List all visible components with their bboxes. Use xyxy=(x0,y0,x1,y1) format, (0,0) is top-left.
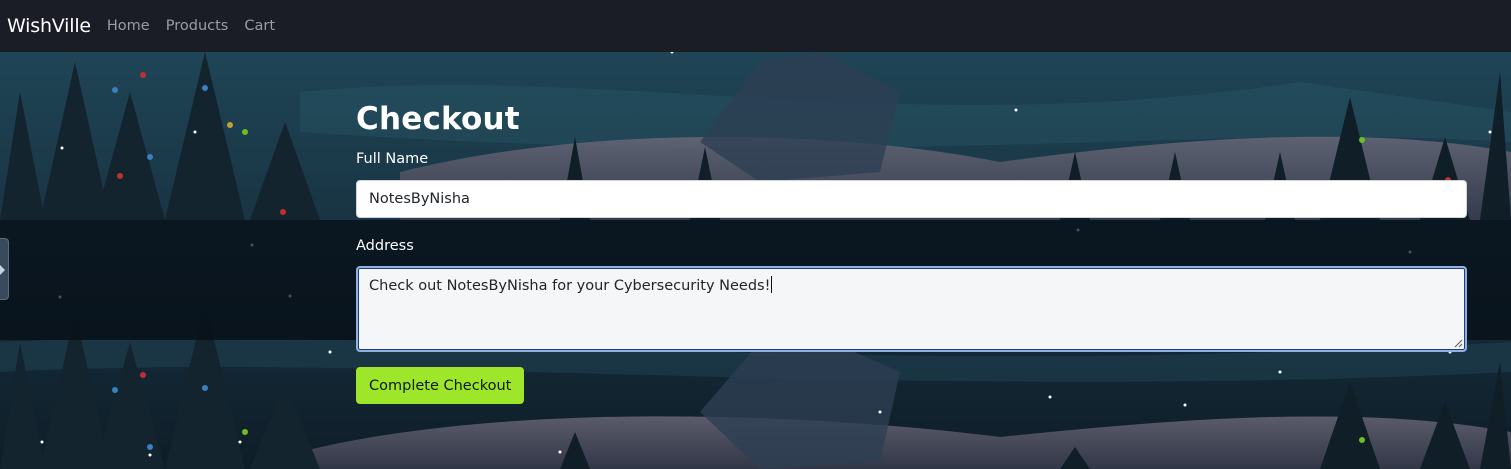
brand-logo[interactable]: WishVille xyxy=(7,15,91,37)
page-title: Checkout xyxy=(356,101,520,137)
resize-grip-icon[interactable] xyxy=(1453,338,1463,348)
complete-checkout-button[interactable]: Complete Checkout xyxy=(356,367,525,404)
text-caret xyxy=(771,276,773,293)
full-name-label: Full Name xyxy=(356,151,429,167)
side-panel-handle[interactable] xyxy=(0,238,9,300)
checkout-form: Checkout Full Name NotesByNisha Address … xyxy=(356,100,1467,404)
top-navbar: WishVille Home Products Cart xyxy=(0,0,1511,52)
full-name-value: NotesByNisha xyxy=(369,191,470,207)
nav-link-cart[interactable]: Cart xyxy=(244,18,275,34)
nav-link-products[interactable]: Products xyxy=(166,18,229,34)
full-name-input[interactable]: NotesByNisha xyxy=(356,180,1467,218)
address-textarea[interactable]: Check out NotesByNisha for your Cybersec… xyxy=(356,266,1467,352)
nav-link-home[interactable]: Home xyxy=(107,18,150,34)
chevron-right-icon xyxy=(0,265,5,275)
address-label: Address xyxy=(356,238,414,254)
address-value: Check out NotesByNisha for your Cybersec… xyxy=(369,278,771,294)
